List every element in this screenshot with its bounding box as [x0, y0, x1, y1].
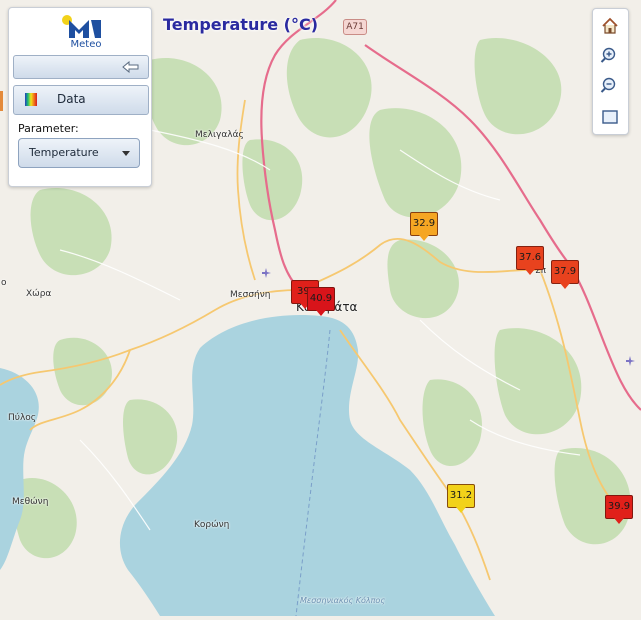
map-title: Temperature (°C) [163, 15, 319, 34]
map-controls [592, 8, 629, 135]
zoom-in-icon [600, 47, 616, 63]
chevron-down-icon [122, 151, 130, 156]
data-button[interactable]: Data [13, 85, 149, 115]
meteo-logo: Meteo [61, 14, 111, 54]
data-button-label: Data [57, 92, 86, 106]
place-label: ο [1, 278, 7, 288]
place-label: Μεσσήνη [230, 290, 271, 300]
place-label: Κορώνη [194, 520, 230, 530]
parameter-label: Parameter: [18, 122, 79, 135]
station-marker[interactable]: 40.9 [307, 287, 335, 316]
home-button[interactable] [597, 13, 624, 39]
place-label: Πύλος [8, 413, 37, 423]
road-shield-a71: A71 [343, 19, 367, 35]
station-marker[interactable]: 39.9 [605, 495, 633, 524]
meteo-logo-icon [62, 15, 101, 38]
home-icon [602, 17, 618, 34]
zoom-extent-button[interactable] [597, 104, 624, 130]
collapse-button[interactable] [13, 55, 149, 79]
station-marker[interactable]: 31.2 [447, 484, 475, 513]
station-marker[interactable]: 37.6 [516, 246, 544, 275]
zoom-out-button[interactable] [597, 73, 624, 99]
parameter-select-value: Temperature [29, 146, 99, 159]
place-label: Μεθώνη [12, 497, 49, 507]
edge-tab[interactable] [0, 91, 3, 111]
zoom-out-icon [600, 77, 616, 93]
zoom-in-button[interactable] [597, 43, 624, 69]
place-label: Μελιγαλάς [195, 130, 244, 140]
sea-label: Μεσσηνιακός Κόλπος [300, 596, 386, 605]
control-panel: Meteo Data Parameter: Temperature [8, 7, 152, 187]
station-marker[interactable]: 37.9 [551, 260, 579, 289]
parameter-select[interactable]: Temperature [18, 138, 140, 168]
zoom-extent-icon [602, 110, 618, 124]
station-marker[interactable]: 32.9 [410, 212, 438, 241]
logo-text: Meteo [70, 39, 102, 50]
arrow-left-icon [122, 61, 139, 73]
color-scale-icon [25, 93, 37, 106]
place-label: Χώρα [26, 289, 52, 299]
